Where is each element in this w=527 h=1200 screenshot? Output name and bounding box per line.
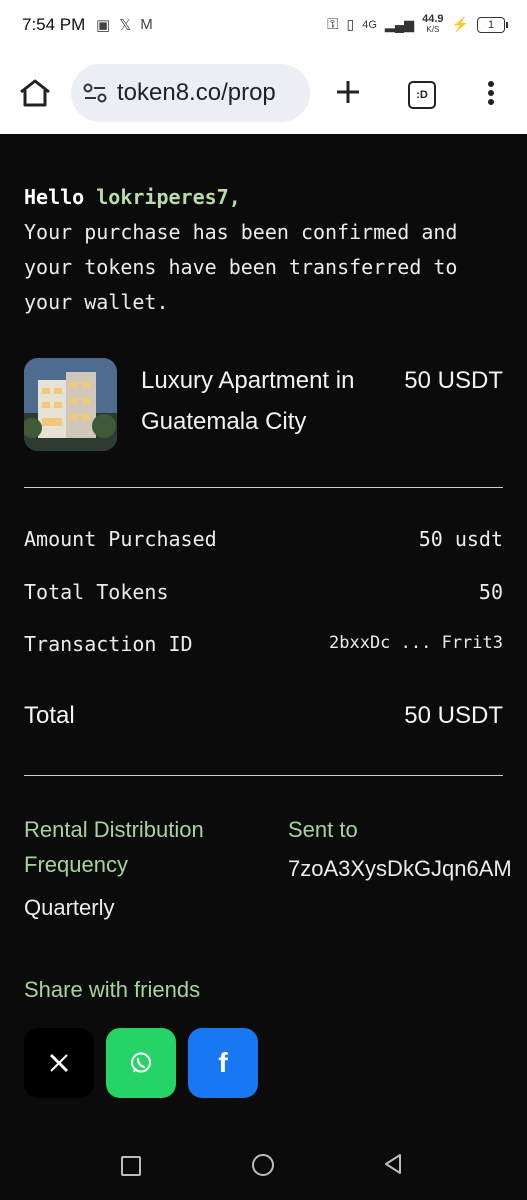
property-name: Luxury Apartment in Guatemala City	[141, 367, 355, 435]
detail-label: Total Tokens	[24, 580, 169, 604]
share-facebook-button[interactable]: f	[188, 1028, 258, 1098]
detail-label: Amount Purchased	[24, 527, 217, 551]
x-logo-icon	[49, 1053, 69, 1073]
rental-frequency-label: Rental Distribution Frequency	[24, 817, 204, 877]
more-menu-icon[interactable]	[486, 80, 496, 106]
home-icon[interactable]	[18, 78, 52, 108]
wallet-address: 7zoA3XysDkGJqn6AM	[288, 856, 512, 881]
share-x-button[interactable]	[24, 1028, 94, 1098]
rental-frequency-value: Quarterly	[24, 895, 115, 920]
back-icon[interactable]	[383, 1152, 403, 1176]
system-nav-bar	[0, 1134, 527, 1200]
gmail-icon: M	[140, 16, 153, 33]
transaction-id[interactable]: 2bxxDc ... Frrit3	[329, 633, 503, 653]
whatsapp-icon	[131, 1052, 151, 1073]
greeting-hello: Hello	[24, 185, 85, 209]
property-thumbnail	[24, 358, 117, 451]
greeting-username: lokriperes7,	[96, 185, 241, 209]
browser-toolbar: token8.co/prop :D	[0, 52, 527, 134]
charging-icon: ⚡	[451, 16, 469, 32]
share-whatsapp-button[interactable]	[106, 1028, 176, 1098]
network-type: 4G	[362, 18, 377, 31]
total-label: Total	[24, 702, 75, 729]
recents-icon[interactable]	[121, 1156, 141, 1176]
speed-value: 44.9	[422, 13, 444, 25]
signal-icon: ▂▄▆	[384, 16, 415, 32]
detail-value: 50	[478, 580, 503, 604]
site-settings-icon[interactable]	[83, 82, 107, 104]
property-price: 50 USDT	[404, 367, 503, 394]
greeting-line: Hello lokriperes7,	[24, 180, 241, 215]
sent-to-label: Sent to	[288, 817, 358, 842]
url-text[interactable]: token8.co/prop	[117, 79, 303, 107]
speed-unit: K/S	[426, 25, 440, 34]
x-app-icon: 𝕏	[119, 17, 132, 34]
divider	[24, 487, 503, 488]
office-icon: ▣	[96, 17, 111, 34]
status-right: ⚿ ▯ 4G ▂▄▆ 44.9 K/S ⚡ 1	[327, 14, 508, 35]
key-icon: ⚿	[327, 16, 339, 33]
status-time: 7:54 PM	[22, 15, 86, 34]
share-label: Share with friends	[24, 977, 201, 1002]
building-image	[24, 358, 117, 451]
total-value: 50 USDT	[404, 702, 503, 729]
facebook-icon: f	[218, 1047, 228, 1078]
home-nav-icon[interactable]	[252, 1154, 274, 1176]
tab-switcher-button[interactable]: :D	[408, 81, 436, 109]
url-bar[interactable]: token8.co/prop	[71, 64, 310, 122]
confirmation-page: Hello lokriperes7, Your purchase has bee…	[0, 134, 527, 1134]
detail-value: 50 usdt	[418, 527, 503, 551]
detail-label: Transaction ID	[24, 632, 193, 656]
divider	[24, 775, 503, 776]
confirmation-message: Your purchase has been confirmed and you…	[24, 220, 458, 314]
speed-readout: 44.9 K/S	[422, 14, 443, 35]
status-bar: 7:54 PM ▣ 𝕏 M ⚿ ▯ 4G ▂▄▆ 44.9 K/S ⚡ 1	[0, 0, 527, 52]
vibrate-icon: ▯	[346, 16, 355, 32]
new-tab-icon[interactable]	[334, 78, 362, 106]
battery-icon: 1	[477, 16, 508, 33]
total-row: Total 50 USDT	[24, 702, 503, 730]
notification-icons: ▣ 𝕏 M	[96, 16, 153, 34]
